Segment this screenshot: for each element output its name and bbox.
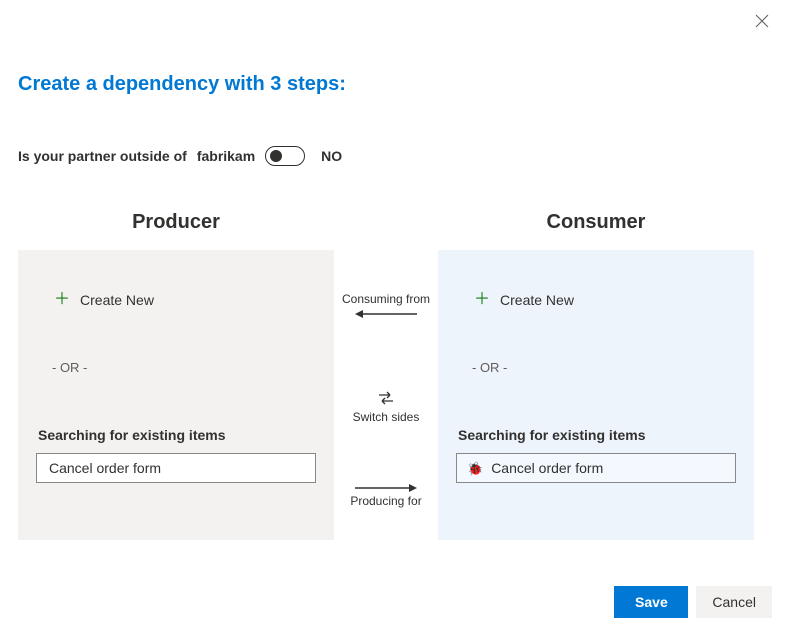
producer-header: Producer [18,211,334,234]
partner-outside-row: Is your partner outside of fabrikam NO [18,146,772,166]
toggle-state-label: NO [321,148,342,164]
bug-icon: 🐞 [467,462,483,475]
producing-for-label: Producing for [350,494,421,508]
producer-or-divider: - OR - [52,360,316,375]
connector-column: Consuming from Switch sides Producin [334,250,438,540]
arrow-right-icon [351,482,421,494]
switch-sides-button[interactable]: Switch sides [336,390,436,424]
consumer-panel: ＋ Create New - OR - Searching for existi… [438,250,754,540]
switch-sides-label: Switch sides [353,410,420,424]
consuming-from-label: Consuming from [342,292,430,306]
consumer-search-box[interactable]: 🐞 [456,453,736,483]
consumer-header: Consumer [438,211,754,234]
producer-create-new-label: Create New [80,292,154,308]
column-headers: Producer Consumer [18,211,772,250]
consumer-create-new-label: Create New [500,292,574,308]
producer-search-box[interactable] [36,453,316,483]
producer-panel: ＋ Create New - OR - Searching for existi… [18,250,334,540]
close-icon [755,14,769,28]
toggle-knob [270,150,282,162]
partner-outside-toggle[interactable] [265,146,305,166]
consuming-from-connector: Consuming from [336,292,436,320]
partner-prefix: Is your partner outside of [18,148,187,164]
save-button[interactable]: Save [614,586,688,618]
producer-search-input[interactable] [47,459,305,477]
swap-icon [376,390,396,406]
dependency-columns: ＋ Create New - OR - Searching for existi… [18,250,772,540]
plus-icon: ＋ [474,292,490,308]
close-button[interactable] [752,14,772,34]
consumer-search-input[interactable] [489,459,725,477]
plus-icon: ＋ [54,292,70,308]
cancel-button[interactable]: Cancel [696,586,772,618]
consumer-or-divider: - OR - [472,360,736,375]
partner-org: fabrikam [197,148,255,164]
dialog-footer: Save Cancel [614,586,772,618]
producer-create-new-button[interactable]: ＋ Create New [36,284,316,316]
create-dependency-dialog: Create a dependency with 3 steps: Is you… [0,0,790,638]
arrow-left-icon [351,308,421,320]
consumer-create-new-button[interactable]: ＋ Create New [456,284,736,316]
consumer-search-label: Searching for existing items [458,427,736,443]
producer-search-label: Searching for existing items [38,427,316,443]
dialog-title: Create a dependency with 3 steps: [18,73,772,96]
producing-for-connector: Producing for [336,480,436,508]
